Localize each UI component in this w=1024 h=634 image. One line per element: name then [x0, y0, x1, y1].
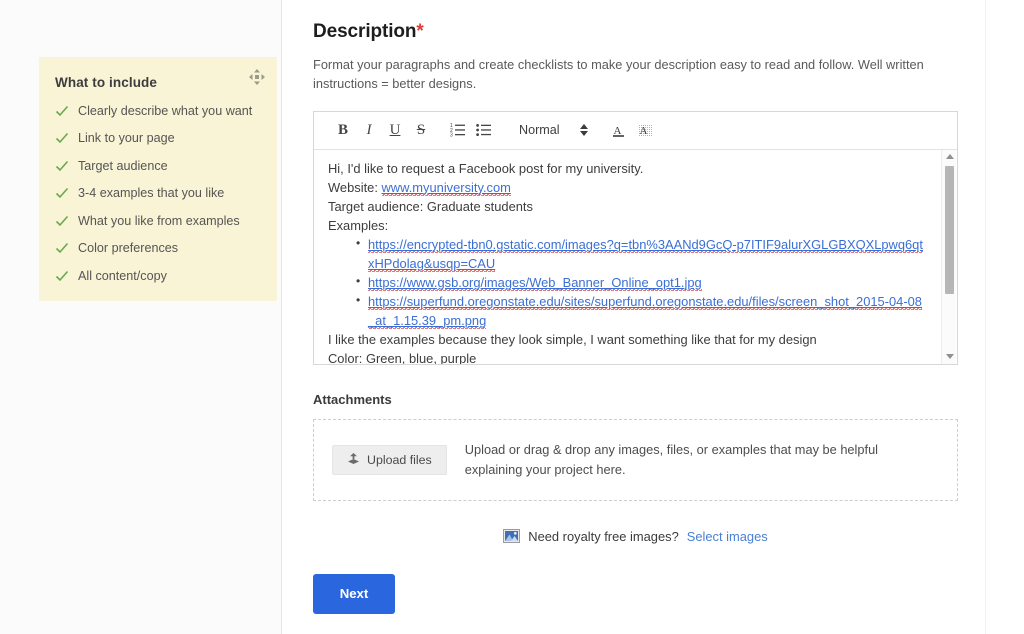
svg-text:3: 3 [450, 133, 453, 138]
paragraph-style-select[interactable]: Normal [517, 123, 562, 137]
list-item: Clearly describe what you want [55, 104, 261, 118]
list-item: https://superfund.oregonstate.edu/sites/… [356, 292, 929, 331]
scroll-up-arrow-icon[interactable] [942, 150, 957, 164]
editor-line-2: Website: www.myuniversity.com [328, 179, 929, 198]
required-marker: * [416, 21, 424, 42]
bullet-list-icon[interactable] [471, 117, 497, 143]
list-item: https://encrypted-tbn0.gstatic.com/image… [356, 235, 929, 274]
underline-button[interactable]: U [382, 117, 408, 143]
website-label: Website: [328, 179, 382, 195]
list-item-label: Link to your page [78, 131, 175, 146]
ordered-list-icon[interactable]: 123 [445, 117, 471, 143]
example-link[interactable]: https://encrypted-tbn0.gstatic.com/image… [368, 236, 923, 272]
strikethrough-button[interactable]: S [408, 117, 434, 143]
check-icon [55, 131, 69, 145]
editor-line-4: Examples: [328, 217, 389, 233]
picture-icon [503, 529, 521, 544]
editor-scrollbar[interactable] [941, 149, 957, 364]
svg-text:A: A [639, 125, 647, 137]
page-title: Description* [313, 21, 961, 43]
list-item: Link to your page [55, 131, 261, 145]
list-item-label: What you like from examples [78, 213, 240, 228]
text-highlight-icon[interactable]: A [632, 117, 658, 143]
description-helper-text: Format your paragraphs and create checkl… [313, 57, 924, 92]
list-item-label: Clearly describe what you want [78, 104, 253, 118]
royalty-free-row: Need royalty free images? Select images [313, 529, 958, 544]
list-item: Target audience [55, 159, 261, 173]
scrollbar-thumb[interactable] [945, 165, 954, 294]
dropzone-instructions: Upload or drag & drop any images, files,… [464, 441, 879, 477]
editor-line-3: Target audience: Graduate students [328, 198, 533, 214]
page-title-text: Description [313, 21, 417, 42]
include-list: Clearly describe what you want Link to y… [55, 104, 261, 283]
select-images-link[interactable]: Select images [687, 529, 768, 544]
list-item-label: All content/copy [78, 268, 167, 283]
list-item-label: 3-4 examples that you like [78, 186, 225, 201]
list-item-label: Color preferences [78, 241, 179, 256]
website-value[interactable]: www.myuniversity.com [381, 179, 511, 196]
check-icon [55, 104, 69, 118]
editor-line-1: Hi, I'd like to request a Facebook post … [328, 160, 644, 176]
editor-line-5: I like the examples because they look si… [328, 331, 817, 347]
editor-line-6: Color: Green, blue, purple [328, 350, 477, 364]
royalty-question: Need royalty free images? [528, 528, 679, 544]
list-item: Color preferences [55, 241, 261, 255]
list-item-label: Target audience [78, 158, 168, 173]
italic-button[interactable]: I [356, 117, 382, 143]
right-edge-divider [985, 0, 986, 634]
move-handle-icon[interactable] [248, 68, 266, 86]
check-icon [55, 241, 69, 255]
upload-files-label: Upload files [367, 452, 432, 467]
check-icon [55, 214, 69, 228]
editor-content-area[interactable]: Hi, I'd like to request a Facebook post … [314, 149, 957, 364]
svg-text:A: A [613, 125, 621, 137]
card-title: What to include [55, 75, 157, 90]
example-link[interactable]: https://www.gsb.org/images/Web_Banner_On… [368, 274, 702, 291]
check-icon [55, 269, 69, 283]
attachments-dropzone[interactable]: Upload files Upload or drag & drop any i… [313, 418, 958, 501]
list-item: All content/copy [55, 269, 261, 283]
example-link[interactable]: https://superfund.oregonstate.edu/sites/… [368, 293, 922, 329]
upload-icon [347, 452, 360, 468]
attachments-title: Attachments [313, 391, 392, 407]
upload-files-button[interactable]: Upload files [332, 444, 447, 475]
list-item: 3-4 examples that you like [55, 186, 261, 200]
stepper-updown-icon[interactable] [573, 124, 595, 137]
left-rail: What to include Clearly describe what yo… [0, 0, 282, 634]
list-item: https://www.gsb.org/images/Web_Banner_On… [356, 273, 929, 293]
page-root: What to include Clearly describe what yo… [0, 0, 1024, 634]
check-icon [55, 186, 69, 200]
main-column: Description* Format your paragraphs and … [282, 0, 1024, 634]
scroll-down-arrow-icon[interactable] [942, 350, 957, 364]
editor-toolbar: B I U S 123 Normal A A [314, 111, 957, 150]
text-color-icon[interactable]: A [606, 117, 632, 143]
list-item: What you like from examples [55, 214, 261, 228]
what-to-include-card: What to include Clearly describe what yo… [39, 57, 277, 302]
rich-text-editor: B I U S 123 Normal A A Hi, I'd like to r… [313, 110, 958, 365]
check-icon [55, 159, 69, 173]
editor-example-links: https://encrypted-tbn0.gstatic.com/image… [328, 235, 929, 331]
bold-button[interactable]: B [330, 117, 356, 143]
next-button[interactable]: Next [313, 573, 395, 614]
